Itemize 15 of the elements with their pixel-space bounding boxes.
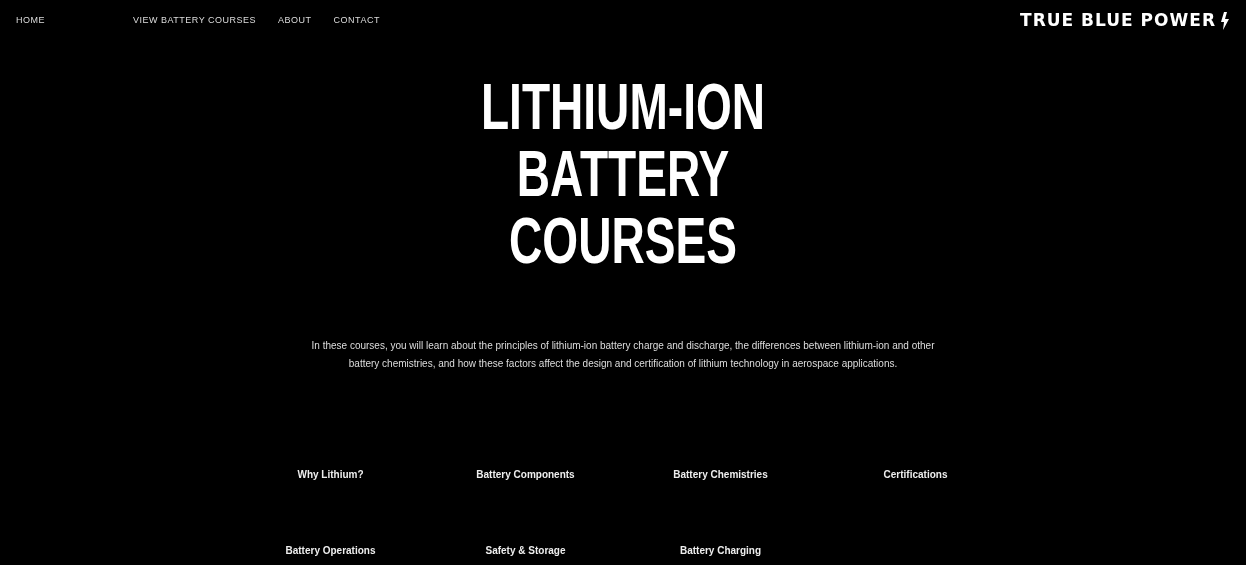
nav-link[interactable]: HOME <box>16 14 45 28</box>
nav-link[interactable]: ABOUT <box>278 14 312 28</box>
intro-paragraph: In these courses, you will learn about the principles of lithium-ion battery charge and discharge, the differences between lithium-ion and other battery chemistries, and how these factors affect the design and certification of lithium technology in aerospace applications. <box>310 339 936 372</box>
nav-link[interactable]: VIEW BATTERY COURSES <box>133 14 257 28</box>
course-link[interactable]: Why Lithium? <box>297 467 364 483</box>
course-link[interactable]: Battery Chemistries <box>673 467 768 483</box>
nav-link[interactable]: CONTACT <box>333 14 380 28</box>
course-link[interactable]: Safety & Storage <box>485 543 566 559</box>
course-link[interactable]: Battery Charging <box>679 543 762 559</box>
course-link[interactable]: Certifications <box>883 467 948 483</box>
course-link[interactable]: Battery Components <box>476 467 575 483</box>
page-title: LITHIUM-ION BATTERY COURSES <box>479 73 767 276</box>
bolt-icon <box>1220 11 1230 30</box>
course-link[interactable]: Battery Operations <box>285 543 376 559</box>
logo-text: TRUE BLUE POWER <box>1020 9 1216 32</box>
